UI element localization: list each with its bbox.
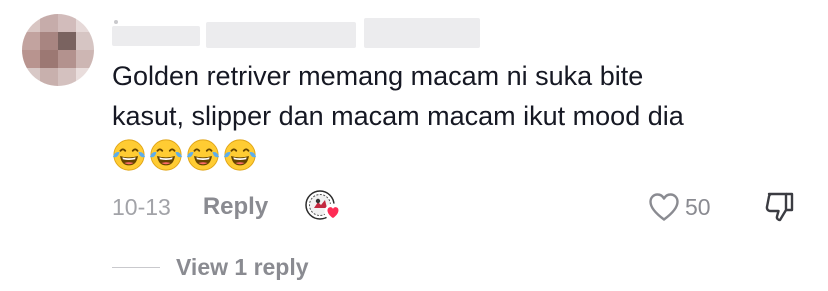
comment-text-line-1: Golden retriver memang macam ni suka bit… xyxy=(112,61,644,91)
avatar-pixel xyxy=(40,68,58,86)
replies-divider xyxy=(112,266,160,268)
avatar-pixel xyxy=(58,14,76,32)
avatar-pixel xyxy=(58,50,76,68)
like-button[interactable]: 50 xyxy=(648,190,711,224)
avatar-pixel xyxy=(40,50,58,68)
comment-date: 10-13 xyxy=(112,193,171,220)
creator-liked-icon xyxy=(305,190,342,221)
view-replies-label: View 1 reply xyxy=(176,253,309,280)
commenter-username-redacted[interactable] xyxy=(112,12,482,48)
avatar-pixel xyxy=(76,68,94,86)
avatar-pixel xyxy=(22,68,40,86)
avatar-pixel xyxy=(58,32,76,50)
reply-button[interactable]: Reply xyxy=(203,193,268,221)
face-with-tears-of-joy-icon xyxy=(223,139,257,171)
avatar-pixel xyxy=(76,14,94,32)
avatar-pixel xyxy=(40,32,58,50)
avatar-pixel xyxy=(40,14,58,32)
commenter-avatar[interactable] xyxy=(22,14,94,86)
avatar-pixel xyxy=(76,32,94,50)
comment-text-line-2: kasut, slipper dan macam macam ikut mood… xyxy=(112,101,684,131)
avatar-pixel xyxy=(76,50,94,68)
avatar-pixel xyxy=(22,50,40,68)
comment-text: Golden retriver memang macam ni suka bit… xyxy=(112,56,802,136)
avatar-pixel xyxy=(22,14,40,32)
avatar-pixel xyxy=(58,68,76,86)
heart-outline-icon xyxy=(649,193,679,221)
face-with-tears-of-joy-icon xyxy=(149,139,183,171)
face-with-tears-of-joy-icon xyxy=(112,139,146,171)
view-replies-button[interactable]: View 1 reply xyxy=(112,250,309,284)
face-with-tears-of-joy-icon xyxy=(186,139,220,171)
comment-emojis xyxy=(112,138,257,172)
thumbs-down-icon[interactable] xyxy=(762,191,796,223)
like-count: 50 xyxy=(685,193,711,220)
avatar-pixel xyxy=(22,32,40,50)
comment-meta: 10-13 Reply xyxy=(112,190,268,224)
